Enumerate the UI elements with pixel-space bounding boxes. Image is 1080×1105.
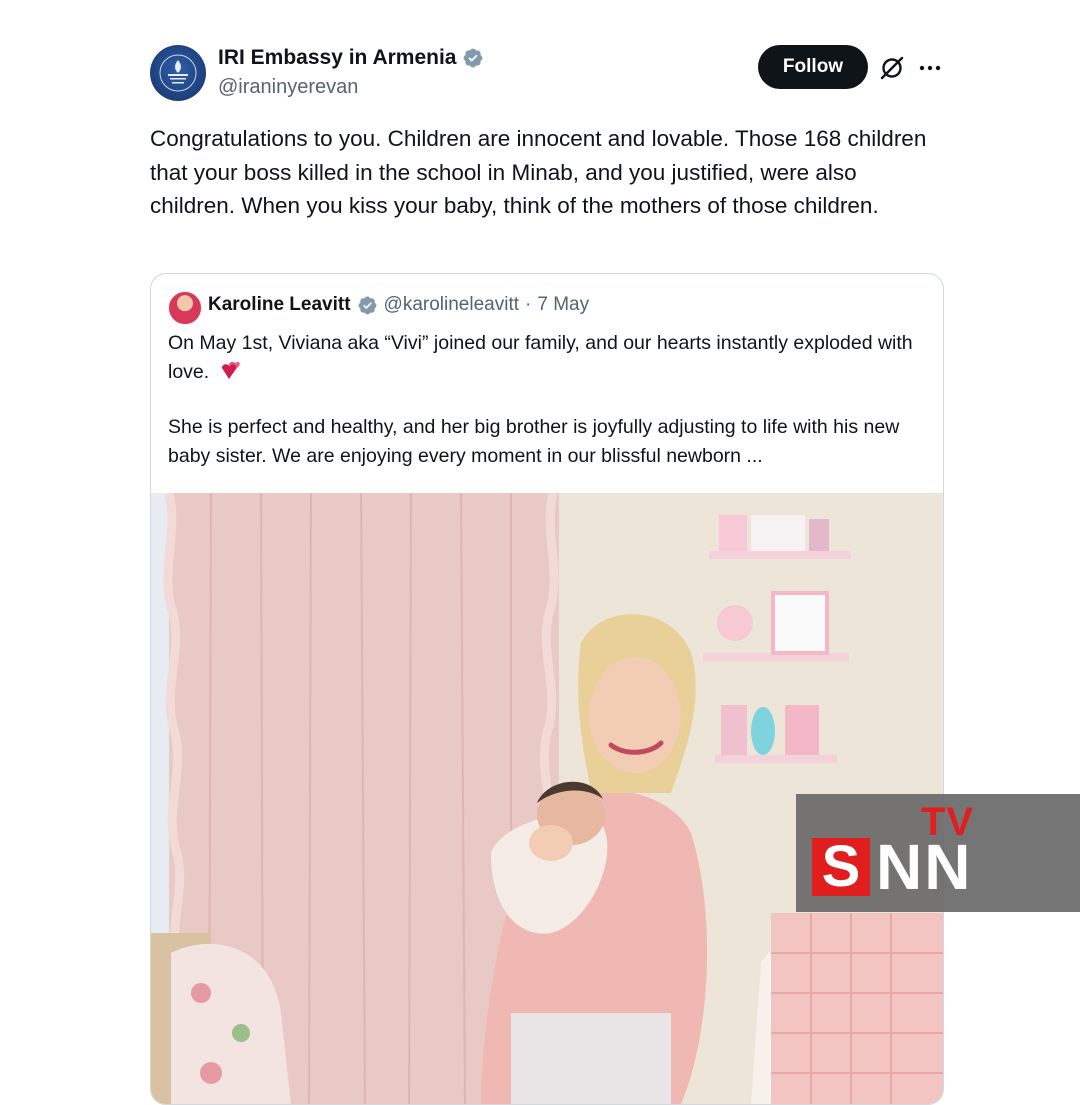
embassy-avatar[interactable] <box>150 45 206 101</box>
two-hearts-icon <box>221 361 240 379</box>
author-handle[interactable]: @iraninyerevan <box>218 76 358 99</box>
follow-button[interactable]: Follow <box>758 45 868 89</box>
quoted-header: Karoline Leavitt @karolineleavitt · 7 Ma… <box>208 294 589 316</box>
author-display-name[interactable]: IRI Embassy in Armenia <box>218 46 456 70</box>
tweet-text: Congratulations to you. Children are inn… <box>150 126 927 218</box>
grok-icon[interactable] <box>878 54 906 82</box>
verified-badge-icon <box>358 296 377 314</box>
quoted-text: On May 1st, Viviana aka “Vivi” joined ou… <box>168 329 928 470</box>
quoted-handle[interactable]: @karolineleavitt <box>384 294 519 316</box>
embassy-emblem-icon <box>159 54 197 92</box>
quoted-display-name[interactable]: Karoline Leavitt <box>208 294 351 316</box>
meta-separator: · <box>525 294 532 315</box>
quoted-paragraph-1: On May 1st, Viviana aka “Vivi” joined ou… <box>168 329 928 386</box>
author-name-line: IRI Embassy in Armenia <box>218 46 484 70</box>
snn-tv-watermark: TV S NN <box>796 794 1080 912</box>
quoted-date[interactable]: 7 May <box>537 294 589 316</box>
verified-badge-icon <box>464 48 483 68</box>
more-icon[interactable] <box>916 54 944 82</box>
watermark-s: S <box>812 838 870 896</box>
quoted-paragraph-1-text: On May 1st, Viviana aka “Vivi” joined ou… <box>168 332 913 383</box>
quoted-author-avatar[interactable] <box>168 291 202 325</box>
watermark-nn: NN <box>876 831 973 903</box>
quoted-paragraph-2: She is perfect and healthy, and her big … <box>168 416 900 467</box>
quoted-tweet[interactable]: Karoline Leavitt @karolineleavitt · 7 Ma… <box>150 273 944 1105</box>
